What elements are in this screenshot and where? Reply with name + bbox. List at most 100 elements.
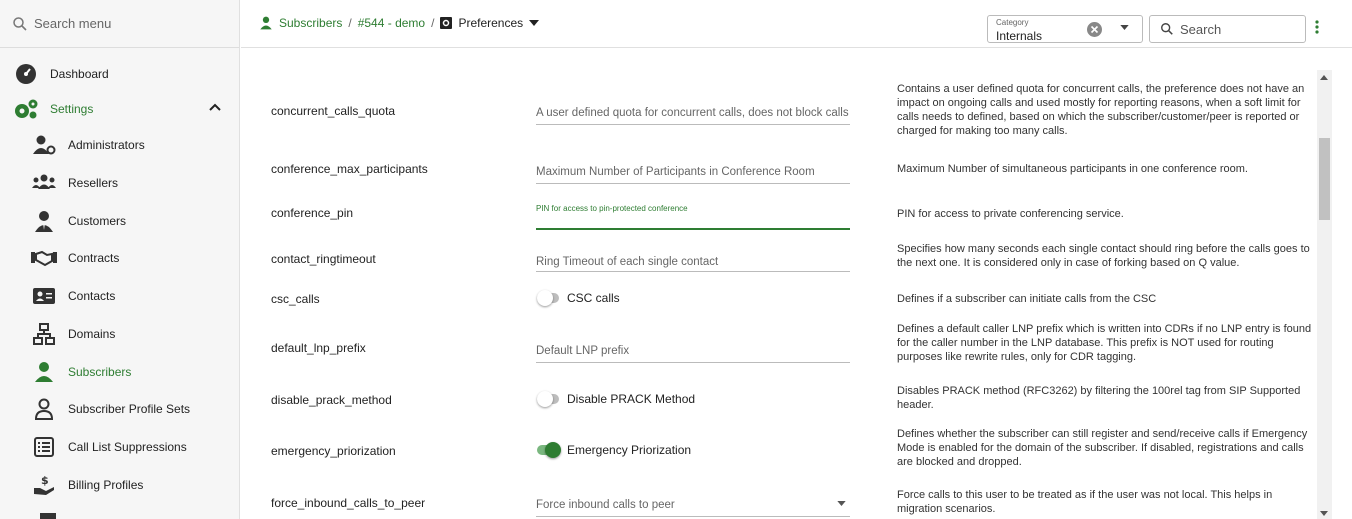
preference-description: Maximum Number of simultaneous participa… [897, 163, 1248, 175]
preference-name: concurrent_calls_quota [271, 104, 396, 118]
search-icon [1161, 23, 1173, 35]
toggle-label: CSC calls [567, 291, 620, 305]
preference-row: csc_calls CSC calls Defines if a subscri… [241, 286, 1317, 310]
dashboard-gauge-icon [12, 63, 40, 85]
preference-name: csc_calls [271, 292, 320, 306]
preference-input[interactable]: Maximum Number of Participants in Confer… [536, 162, 850, 184]
search-menu-input[interactable] [34, 16, 224, 31]
preference-row: contact_ringtimeout Ring Timeout of each… [241, 240, 1317, 274]
sidebar-item-domains[interactable]: Domains [0, 316, 239, 352]
preference-input[interactable]: Ring Timeout of each single contact [536, 252, 850, 272]
preference-description: Defines if a subscriber can initiate cal… [897, 293, 1157, 305]
preference-input[interactable]: Default LNP prefix [536, 341, 850, 363]
category-value: Internals [996, 29, 1043, 43]
sidebar-search[interactable] [0, 0, 239, 48]
subscriber-user-icon [30, 361, 58, 383]
toggle-track[interactable] [537, 442, 561, 458]
sidebar-item-label: Administrators [68, 138, 145, 152]
sidebar-item-label: Subscriber Profile Sets [68, 402, 191, 416]
sidebar-item-subscriber-profile-sets[interactable]: Subscriber Profile Sets [0, 391, 239, 427]
sidebar-item-contracts[interactable]: Contracts [0, 240, 239, 276]
scrollbar[interactable] [1317, 70, 1332, 519]
sidebar: Dashboard Settings Administrators Resell… [0, 0, 240, 519]
preference-input-focused[interactable]: PIN for access to pin-protected conferen… [536, 198, 850, 230]
sidebar-item-label: Settings [50, 102, 94, 116]
preference-description: Defines a default caller LNP prefix whic… [897, 323, 1312, 363]
toggle-track[interactable] [537, 290, 559, 306]
search-box[interactable] [1149, 15, 1306, 43]
preference-row: default_lnp_prefix Default LNP prefix De… [241, 320, 1317, 370]
preference-name: force_inbound_calls_to_peer [271, 496, 426, 510]
sidebar-item-settings[interactable]: Settings [0, 91, 239, 127]
customer-user-icon [30, 210, 58, 232]
toggle-knob [545, 442, 561, 458]
breadcrumb-separator: / [431, 16, 435, 30]
scroll-up-arrow-icon[interactable] [1320, 75, 1328, 80]
preference-row: conference_pin PIN for access to pin-pro… [241, 195, 1317, 235]
sidebar-item-label: Contacts [68, 289, 116, 303]
caret-down-icon[interactable] [529, 20, 540, 26]
chevron-up-icon[interactable] [209, 103, 221, 111]
sitemap-icon [30, 323, 58, 345]
preference-row: force_inbound_calls_to_peer Force inboun… [241, 487, 1317, 519]
sidebar-item-administrators[interactable]: Administrators [0, 127, 239, 163]
search-input[interactable] [1180, 21, 1300, 37]
breadcrumb: Subscribers / #544 - demo / Preferences [259, 16, 540, 30]
preference-description: Defines whether the subscriber can still… [897, 428, 1308, 468]
scroll-thumb[interactable] [1319, 138, 1330, 220]
category-select[interactable]: Category Internals [987, 15, 1143, 43]
sidebar-item-billing-profiles[interactable]: $ Billing Profiles [0, 467, 239, 503]
disable-prack-toggle[interactable]: Disable PRACK Method [537, 391, 696, 407]
sidebar-item-resellers[interactable]: Resellers [0, 165, 239, 201]
partial-icon [40, 513, 56, 519]
toggle-knob [537, 391, 553, 407]
list-box-icon [30, 437, 58, 457]
caret-down-icon[interactable] [837, 501, 846, 506]
preference-name: emergency_priorization [271, 444, 396, 458]
sidebar-item-label: Subscribers [68, 365, 132, 379]
search-icon [13, 16, 27, 31]
toggle-label: Emergency Priorization [567, 443, 692, 457]
preference-description: Specifies how many seconds each single c… [897, 243, 1310, 269]
category-label: Category [996, 18, 1029, 27]
preference-name: conference_max_participants [271, 162, 428, 176]
preference-description: Disables PRACK method (RFC3262) by filte… [897, 385, 1301, 411]
preference-name: conference_pin [271, 206, 354, 220]
sidebar-item-dashboard[interactable]: Dashboard [0, 56, 239, 92]
svg-text:$: $ [41, 474, 49, 487]
toggle-track[interactable] [537, 391, 559, 407]
more-vert-icon[interactable] [1315, 20, 1319, 34]
preference-row: disable_prack_method Disable PRACK Metho… [241, 380, 1317, 416]
preference-row: concurrent_calls_quota A user defined qu… [241, 70, 1317, 137]
preference-select[interactable]: Force inbound calls to peer [536, 495, 850, 517]
preference-input[interactable]: A user defined quota for concurrent call… [536, 103, 850, 125]
preference-description: Force calls to this user to be treated a… [897, 489, 1273, 515]
sidebar-item-call-list-suppressions[interactable]: Call List Suppressions [0, 429, 239, 465]
admin-user-gear-icon [30, 134, 58, 156]
sidebar-item-subscribers[interactable]: Subscribers [0, 354, 239, 390]
breadcrumb-current-preferences[interactable]: Preferences [458, 16, 523, 30]
breadcrumb-subscribers-link[interactable]: Subscribers [279, 16, 342, 30]
contact-card-icon [30, 288, 58, 304]
preference-description: PIN for access to private conferencing s… [897, 208, 1124, 220]
preference-row: emergency_priorization Emergency Prioriz… [241, 425, 1317, 475]
sidebar-item-customers[interactable]: Customers [0, 203, 239, 239]
breadcrumb-separator: / [348, 16, 352, 30]
emergency-priorization-toggle[interactable]: Emergency Priorization [537, 442, 692, 458]
sidebar-item-label: Dashboard [50, 67, 109, 81]
hand-dollar-icon: $ [30, 474, 58, 496]
users-group-icon [30, 173, 58, 193]
csc-calls-toggle[interactable]: CSC calls [537, 290, 620, 306]
toggle-label: Disable PRACK Method [567, 392, 696, 406]
sidebar-item-label: Customers [68, 214, 127, 228]
sidebar-item-label: Billing Profiles [68, 478, 144, 492]
sidebar-item-label: Resellers [68, 176, 119, 190]
clear-circle-icon[interactable] [1087, 22, 1102, 37]
sidebar-item-contacts[interactable]: Contacts [0, 278, 239, 314]
top-bar: Subscribers / #544 - demo / Preferences … [241, 0, 1352, 48]
breadcrumb-subscriber-link[interactable]: #544 - demo [358, 16, 425, 30]
preference-name: disable_prack_method [271, 393, 392, 407]
sidebar-item-label: Call List Suppressions [68, 440, 187, 454]
caret-down-icon[interactable] [1120, 25, 1129, 30]
scroll-down-arrow-icon[interactable] [1320, 511, 1328, 516]
